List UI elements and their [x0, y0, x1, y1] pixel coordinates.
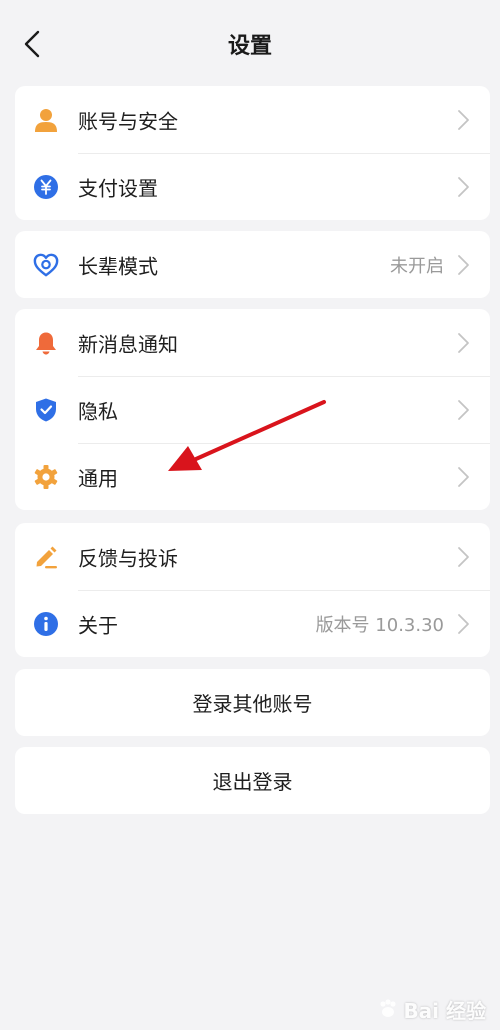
settings-item-label: 长辈模式: [78, 254, 158, 278]
settings-item-payment[interactable]: 支付设置: [15, 153, 490, 220]
chevron-right-icon: [458, 109, 469, 130]
logout-button[interactable]: 退出登录: [15, 747, 490, 814]
watermark: Bai 经验: [377, 994, 486, 1024]
pencil-icon: [33, 544, 59, 570]
settings-group-system: 新消息通知 隐私 通用: [15, 309, 490, 510]
settings-item-feedback[interactable]: 反馈与投诉: [15, 523, 490, 590]
chevron-right-icon: [458, 254, 469, 275]
version-number: 版本号 10.3.30: [315, 614, 444, 636]
chevron-right-icon: [458, 332, 469, 353]
settings-item-general[interactable]: 通用: [15, 443, 490, 510]
info-icon: [33, 611, 59, 637]
settings-item-notifications[interactable]: 新消息通知: [15, 309, 490, 376]
settings-item-label: 关于: [78, 613, 118, 637]
elder-mode-status: 未开启: [390, 255, 444, 277]
person-icon: [33, 107, 59, 133]
switch-account-button[interactable]: 登录其他账号: [15, 669, 490, 736]
settings-item-label: 账号与安全: [78, 109, 178, 133]
heart-icon: [33, 252, 59, 278]
settings-item-label: 反馈与投诉: [78, 546, 178, 570]
bell-icon: [33, 330, 59, 356]
chevron-right-icon: [458, 399, 469, 420]
gear-icon: [33, 464, 59, 490]
settings-item-label: 通用: [78, 466, 118, 490]
chevron-right-icon: [458, 613, 469, 634]
settings-item-label: 新消息通知: [78, 332, 178, 356]
settings-item-elder-mode[interactable]: 长辈模式 未开启: [15, 231, 490, 298]
settings-group-account: 账号与安全 支付设置: [15, 86, 490, 220]
paw-icon: [380, 999, 397, 1017]
nav-bar: 设置: [0, 0, 500, 88]
page-title: 设置: [227, 34, 272, 59]
watermark-text: Bai 经验: [403, 998, 486, 1023]
settings-item-about[interactable]: 关于 版本号 10.3.30: [15, 590, 490, 657]
settings-item-label: 隐私: [78, 399, 118, 423]
settings-item-privacy[interactable]: 隐私: [15, 376, 490, 443]
chevron-right-icon: [458, 176, 469, 197]
yuan-icon: [33, 174, 59, 200]
shield-check-icon: [33, 397, 59, 423]
chevron-right-icon: [458, 546, 469, 567]
settings-item-label: 支付设置: [78, 176, 158, 200]
chevron-right-icon: [458, 466, 469, 487]
settings-group-elder: 长辈模式 未开启: [15, 231, 490, 298]
settings-group-about: 反馈与投诉 关于 版本号 10.3.30: [15, 523, 490, 657]
settings-item-account-security[interactable]: 账号与安全: [15, 86, 490, 153]
